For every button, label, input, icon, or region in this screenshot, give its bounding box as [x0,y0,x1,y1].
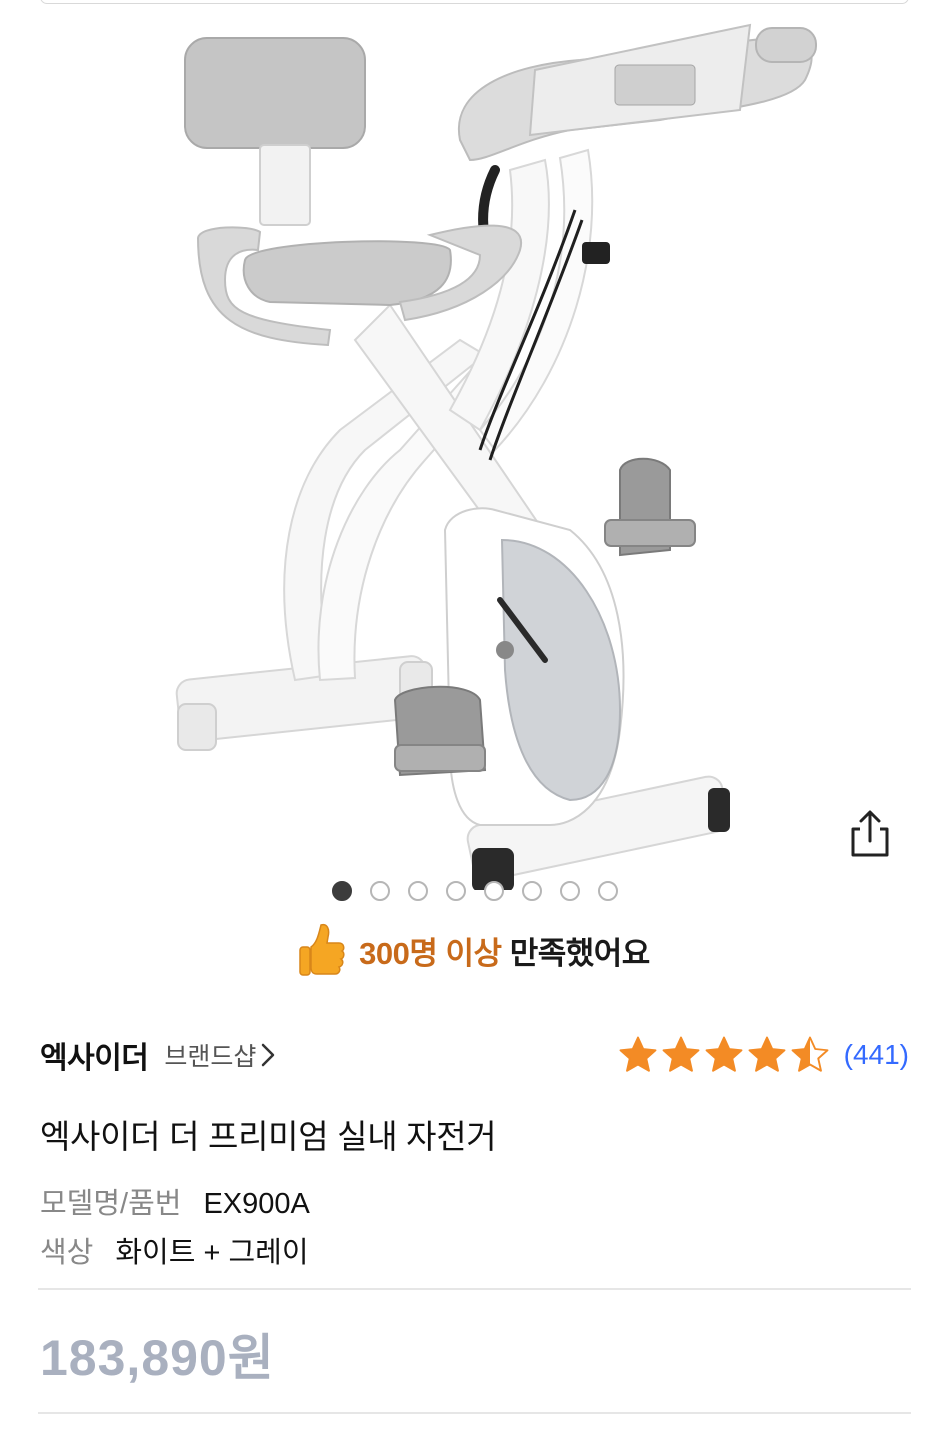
model-spec: 모델명/품번 EX900A [40,1180,310,1222]
price: 183,890원 [40,1330,275,1386]
carousel-dot[interactable] [559,881,580,901]
review-count[interactable]: (441) [844,1039,909,1071]
brand-shop-link[interactable]: 브랜드샵 [164,1037,276,1073]
model-label: 모델명/품번 [40,1188,182,1220]
thumbs-up-icon [299,923,345,976]
brand-shop-label: 브랜드샵 [164,1043,257,1071]
star-icon [662,1036,700,1072]
color-value: 화이트 + 그레이 [115,1237,309,1269]
previous-card-edge [40,0,909,4]
divider [38,1412,911,1414]
share-button[interactable] [844,806,896,862]
satisfaction-text: 만족했어요 [509,935,651,971]
satisfaction-banner: 300명 이상 만족했어요 [0,920,949,980]
carousel-dot[interactable] [407,881,428,901]
rating[interactable]: (441) [618,1035,909,1075]
carousel-dot[interactable] [369,881,390,901]
carousel-dot[interactable] [331,881,352,901]
satisfaction-count: 300명 이상 [359,935,502,971]
share-icon [851,810,889,857]
brand-row: 엑사이더 브랜드샵 (441) [40,1030,909,1080]
model-value: EX900A [203,1188,310,1220]
carousel-dot[interactable] [445,881,466,901]
brand-name: 엑사이더 [40,1042,149,1075]
chevron-right-icon [262,1043,275,1067]
star-icon [748,1036,786,1072]
star-rating [618,1035,830,1075]
star-icon [705,1036,743,1072]
color-spec: 색상 화이트 + 그레이 [40,1229,309,1271]
carousel-dot[interactable] [483,881,504,901]
color-label: 색상 [40,1237,94,1269]
product-image[interactable] [150,10,830,892]
product-title: 엑사이더 더 프리미엄 실내 자전거 [40,1118,497,1155]
carousel-dot[interactable] [521,881,542,901]
divider [38,1288,911,1290]
star-icon [791,1036,829,1072]
star-icon [619,1036,657,1072]
carousel-dot[interactable] [597,881,618,901]
image-carousel-indicator [0,881,949,901]
